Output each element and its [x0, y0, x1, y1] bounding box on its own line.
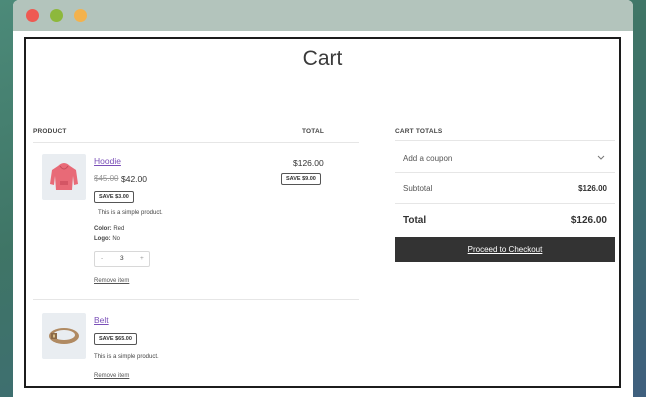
quantity-input[interactable]: 3: [120, 255, 124, 262]
coupon-divider: [395, 172, 615, 173]
close-window-button[interactable]: [26, 9, 39, 22]
logo-label: Logo:: [94, 236, 111, 242]
quantity-stepper: - 3 +: [94, 251, 150, 267]
original-price: $45.00: [94, 174, 119, 183]
save-badge: SAVE $65.00: [94, 333, 137, 345]
total-value: $126.00: [570, 215, 607, 226]
product-link-hoodie[interactable]: Hoodie: [94, 156, 121, 166]
hoodie-icon: [50, 163, 78, 190]
logo-value: No: [112, 236, 121, 242]
browser-window: Cart PRODUCT TOTAL CART TOTALS Hoodie $4…: [13, 0, 633, 397]
belt-icon: [49, 328, 79, 344]
product-attribute-color: Color: Red: [94, 226, 124, 232]
line-total: $126.00: [293, 158, 324, 168]
sale-price: $42.00: [121, 174, 147, 184]
chevron-down-icon[interactable]: [597, 155, 605, 161]
color-label: Color:: [94, 226, 112, 232]
maximize-window-button[interactable]: [74, 9, 87, 22]
subtotal-divider: [395, 203, 615, 204]
product-description: This is a simple product.: [98, 210, 163, 216]
minimize-window-button[interactable]: [50, 9, 63, 22]
proceed-to-checkout-button[interactable]: Proceed to Checkout: [395, 237, 615, 262]
column-header-total: TOTAL: [302, 128, 325, 135]
column-header-product: PRODUCT: [33, 128, 67, 135]
subtotal-value: $126.00: [578, 184, 607, 193]
quantity-increase-button[interactable]: +: [140, 255, 144, 262]
product-link-belt[interactable]: Belt: [94, 315, 109, 325]
product-thumbnail-belt[interactable]: [42, 313, 86, 359]
remove-item-link[interactable]: Remove item: [94, 278, 129, 284]
page-title: Cart: [302, 47, 343, 70]
window-titlebar: [13, 0, 633, 31]
table-header-divider: [33, 142, 359, 143]
cart-page: Cart PRODUCT TOTAL CART TOTALS Hoodie $4…: [24, 37, 621, 388]
row-divider: [33, 299, 359, 300]
subtotal-label: Subtotal: [403, 184, 433, 193]
line-save-badge: SAVE $9.00: [281, 173, 321, 185]
quantity-decrease-button[interactable]: -: [101, 255, 103, 262]
save-badge: SAVE $3.00: [94, 191, 134, 203]
total-label: Total: [403, 215, 427, 226]
add-coupon-toggle[interactable]: Add a coupon: [403, 154, 452, 163]
remove-item-link[interactable]: Remove item: [94, 373, 129, 379]
cart-totals-heading: CART TOTALS: [395, 128, 443, 135]
product-attribute-logo: Logo: No: [94, 236, 120, 242]
color-value: Red: [113, 226, 125, 232]
totals-header-divider: [395, 140, 615, 141]
product-description: This is a simple product.: [94, 354, 159, 360]
product-thumbnail-hoodie[interactable]: [42, 154, 86, 200]
